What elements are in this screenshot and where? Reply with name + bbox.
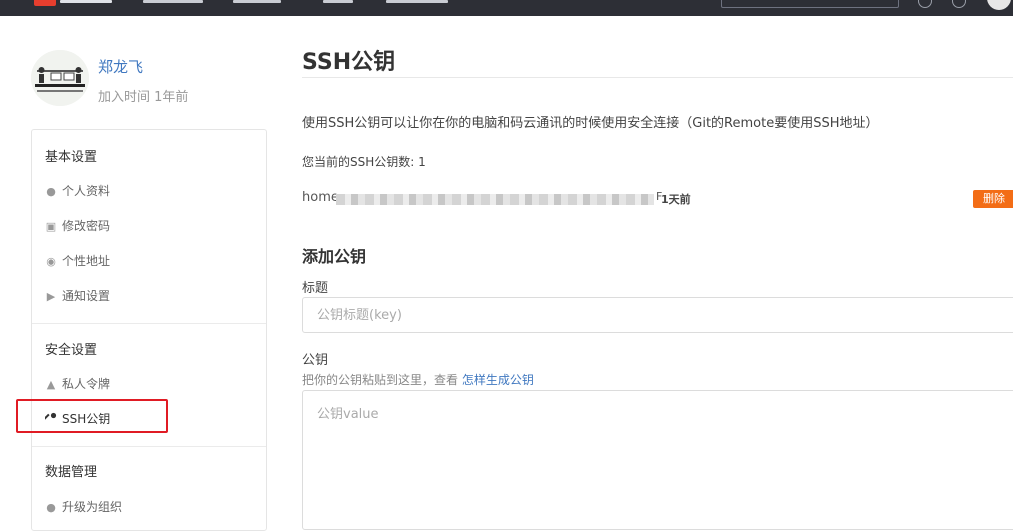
key-title-input[interactable] <box>302 297 1013 333</box>
logo-text <box>60 0 112 3</box>
title-label: 标题 <box>302 281 329 296</box>
user-icon: ● <box>46 185 56 198</box>
ssh-key-time: 1天前 <box>661 193 691 206</box>
sidebar-item-upgrade-org[interactable]: ● 升级为组织 <box>45 498 122 515</box>
sidebar-item-password[interactable]: ▣ 修改密码 <box>45 217 110 234</box>
key-help-prefix: 把你的公钥粘贴到这里，查看 <box>302 373 462 387</box>
compass-icon: ◉ <box>46 255 56 268</box>
token-icon: ▲ <box>46 378 56 391</box>
ssh-key-row: home F 1天前 删除 <box>302 190 1013 208</box>
sidebar-item-private-token[interactable]: ▲ 私人令牌 <box>45 375 110 392</box>
group-title-basic: 基本设置 <box>45 150 98 165</box>
nav-item-1[interactable] <box>143 0 203 3</box>
users-icon: ● <box>46 501 56 514</box>
site-logo[interactable] <box>34 0 112 9</box>
group-title-security: 安全设置 <box>45 343 98 358</box>
add-key-title: 添加公钥 <box>302 247 367 266</box>
sidebar-item-label: 私人令牌 <box>62 377 111 391</box>
title-divider <box>302 77 1013 78</box>
nav-item-2[interactable] <box>233 0 281 3</box>
ssh-key-title: home <box>302 190 339 205</box>
main-content: SSH公钥 使用SSH公钥可以让你在你的电脑和码云通讯的时候使用安全连接（Git… <box>302 0 1013 530</box>
sidebar-divider <box>32 446 266 447</box>
key-help-text: 把你的公钥粘贴到这里，查看 怎样生成公钥 <box>302 371 534 388</box>
annotation-highlight <box>16 399 168 433</box>
how-to-generate-link[interactable]: 怎样生成公钥 <box>462 373 534 387</box>
ssh-description: 使用SSH公钥可以让你在你的电脑和码云通讯的时候使用安全连接（Git的Remot… <box>302 116 879 131</box>
delete-key-button[interactable]: 删除 <box>973 190 1013 208</box>
sidebar-divider <box>32 323 266 324</box>
logo-mark <box>34 0 56 6</box>
redacted-fingerprint <box>336 194 654 205</box>
speaker-icon: ▶ <box>46 290 56 303</box>
sidebar-item-label: 通知设置 <box>62 289 111 303</box>
sidebar-item-notifications[interactable]: ▶ 通知设置 <box>45 287 110 304</box>
user-name[interactable]: 郑龙飞 <box>98 56 143 77</box>
join-time: 加入时间 1年前 <box>98 90 189 105</box>
ssh-key-count: 您当前的SSH公钥数: 1 <box>302 155 426 169</box>
user-avatar[interactable] <box>31 50 89 106</box>
sidebar-item-label: 修改密码 <box>62 219 111 233</box>
sidebar-item-profile[interactable]: ● 个人资料 <box>45 182 110 199</box>
sidebar-item-label: 个人资料 <box>62 184 111 198</box>
sidebar-item-label: 个性地址 <box>62 254 111 268</box>
sidebar-item-address[interactable]: ◉ 个性地址 <box>45 252 110 269</box>
key-label: 公钥 <box>302 353 329 368</box>
group-title-data: 数据管理 <box>45 465 98 480</box>
page-title: SSH公钥 <box>302 50 396 75</box>
lock-icon: ▣ <box>45 220 57 233</box>
settings-sidebar: 基本设置 ● 个人资料 ▣ 修改密码 ◉ 个性地址 ▶ 通知设置 安全设置 ▲ 私人令牌 … <box>31 129 267 531</box>
key-value-textarea[interactable] <box>302 390 1013 530</box>
